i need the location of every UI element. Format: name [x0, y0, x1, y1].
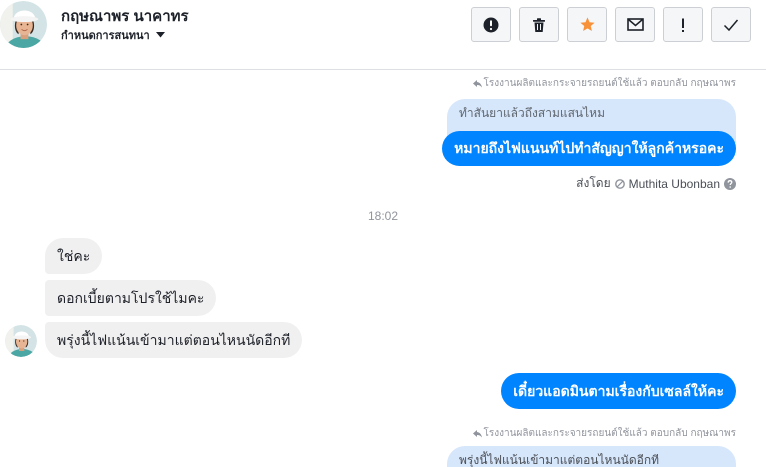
profile-photo [0, 1, 47, 48]
follow-up-button[interactable] [663, 7, 703, 42]
conversation-label-menu-text: กำหนดการสนทนา [61, 30, 150, 42]
sent-by-info: ส่งโดย Muthita Ubonban [576, 174, 736, 193]
reply-notice-text: โรงงานผลิตและกระจายรถยนต์ใช้แล้ว ตอบกลับ… [483, 428, 736, 439]
reply-notice-text: โรงงานผลิตและกระจายรถยนต์ใช้แล้ว ตอบกลับ… [483, 78, 736, 89]
reply-notice: โรงงานผลิตและกระจายรถยนต์ใช้แล้ว ตอบกลับ… [472, 426, 736, 441]
star-button[interactable] [567, 7, 607, 42]
star-icon [579, 16, 596, 33]
mark-unread-button[interactable] [615, 7, 655, 42]
checkmark-icon [723, 18, 739, 32]
exclamation-icon [680, 17, 686, 33]
help-icon[interactable] [724, 177, 736, 190]
reply-arrow-icon [472, 429, 482, 438]
conversation-toolbar [471, 7, 751, 42]
conversation-view: กฤษณาพร นาคาทร กำหนดการสนทนา โรงงานผลิตแ… [0, 0, 766, 467]
envelope-icon [626, 18, 644, 31]
outgoing-message: เดี๋ยวแอดมินตามเรื่องกับเซลล์ให้คะ [501, 373, 736, 409]
incoming-message: ดอกเบี้ยตามโปรใช้ไมคะ [45, 280, 217, 316]
outgoing-message: หมายถึงไฟแนนท์ไปทำสัญญาให้ลูกค้าหรอคะ [442, 131, 736, 166]
reply-arrow-icon [472, 79, 482, 88]
conversation-label-menu[interactable]: กำหนดการสนทนา [61, 26, 165, 44]
reply-notice: โรงงานผลิตและกระจายรถยนต์ใช้แล้ว ตอบกลับ… [472, 76, 736, 91]
mark-done-button[interactable] [711, 7, 751, 42]
admin-avatar-icon [614, 178, 625, 189]
contact-name[interactable]: กฤษณาพร นาคาทร [61, 4, 189, 28]
message-timestamp: 18:02 [367, 209, 399, 223]
caret-down-icon [155, 32, 165, 38]
sender-avatar[interactable] [5, 325, 37, 357]
sent-by-name[interactable]: Muthita Ubonban [629, 177, 720, 191]
incoming-message: ใช่คะ [45, 238, 103, 274]
exclamation-circle-icon [483, 17, 499, 33]
trash-icon [531, 17, 547, 33]
header-divider [0, 69, 766, 70]
sent-by-label: ส่งโดย [576, 176, 611, 190]
mark-spam-button[interactable] [471, 7, 511, 42]
quoted-message[interactable]: พรุ่งนี้ไฟแน้นเข้ามาแต่ตอนไหนนัดอีกที [447, 446, 736, 467]
delete-button[interactable] [519, 7, 559, 42]
incoming-message: พรุ่งนี้ไฟแน้นเข้ามาแต่ตอนไหนนัดอีกที [45, 322, 303, 358]
contact-avatar[interactable] [0, 1, 47, 48]
profile-photo [5, 325, 37, 357]
